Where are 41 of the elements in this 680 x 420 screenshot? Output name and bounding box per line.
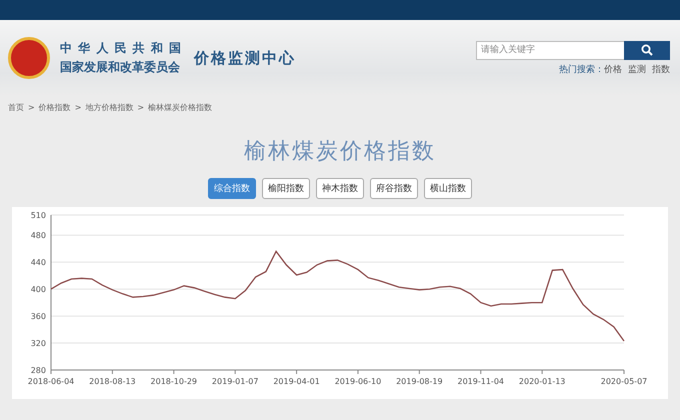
y-axis-label: 510 (30, 211, 46, 220)
x-axis-label: 2018-08-13 (89, 377, 136, 386)
x-axis-label: 2019-06-10 (334, 377, 382, 386)
y-axis-label: 360 (30, 312, 46, 322)
hot-search-link[interactable]: 指数 (652, 62, 670, 76)
org-name: 国家发展和改革委员会 (60, 59, 181, 76)
index-tab[interactable]: 榆阳指数 (262, 178, 310, 199)
x-axis-label: 2019-11-04 (458, 377, 504, 386)
x-axis-label: 2019-04-01 (273, 377, 320, 386)
center-name: 价格监测中心 (194, 48, 296, 68)
hot-search-link[interactable]: 价格 (604, 62, 622, 76)
x-axis-label: 2018-06-04 (28, 377, 74, 386)
y-axis-label: 280 (30, 366, 46, 375)
index-tab[interactable]: 横山指数 (424, 178, 472, 199)
breadcrumb-link[interactable]: 榆林煤炭价格指数 (148, 102, 212, 112)
breadcrumb-link[interactable]: 价格指数 (38, 102, 71, 112)
index-tab[interactable]: 神木指数 (316, 178, 364, 199)
emblem-icon (8, 37, 50, 79)
search-button[interactable] (624, 40, 670, 60)
x-axis-label: 2020-01-13 (518, 377, 566, 386)
page-title: 榆林煤炭价格指数 (243, 138, 437, 166)
y-axis-label: 480 (30, 231, 46, 240)
hot-search-link[interactable]: 监测 (628, 62, 646, 76)
breadcrumb-link[interactable]: 地方价格指数 (85, 102, 134, 112)
breadcrumb-separator: > (28, 102, 35, 112)
x-axis-label: 2020-05-07 (600, 377, 648, 386)
breadcrumb-separator: > (74, 102, 82, 112)
breadcrumb-link[interactable]: 首页 (8, 102, 24, 112)
search-icon (641, 44, 653, 56)
search-field[interactable]: 请输入关键字 (476, 40, 624, 60)
x-axis-label: 2018-10-29 (150, 377, 198, 386)
index-tab[interactable]: 府谷指数 (370, 178, 418, 199)
org-name: 中 华 人 民 共 和 国 (60, 40, 182, 57)
y-axis-label: 440 (30, 258, 46, 268)
x-axis-label: 2019-08-19 (396, 377, 443, 386)
breadcrumb-separator: > (137, 102, 144, 112)
y-axis-label: 400 (30, 285, 46, 294)
y-axis-label: 320 (30, 339, 46, 348)
hot-search-label: 热门搜索： (559, 64, 604, 76)
x-axis-label: 2019-01-07 (212, 377, 258, 386)
index-tab[interactable]: 综合指数 (208, 178, 256, 199)
